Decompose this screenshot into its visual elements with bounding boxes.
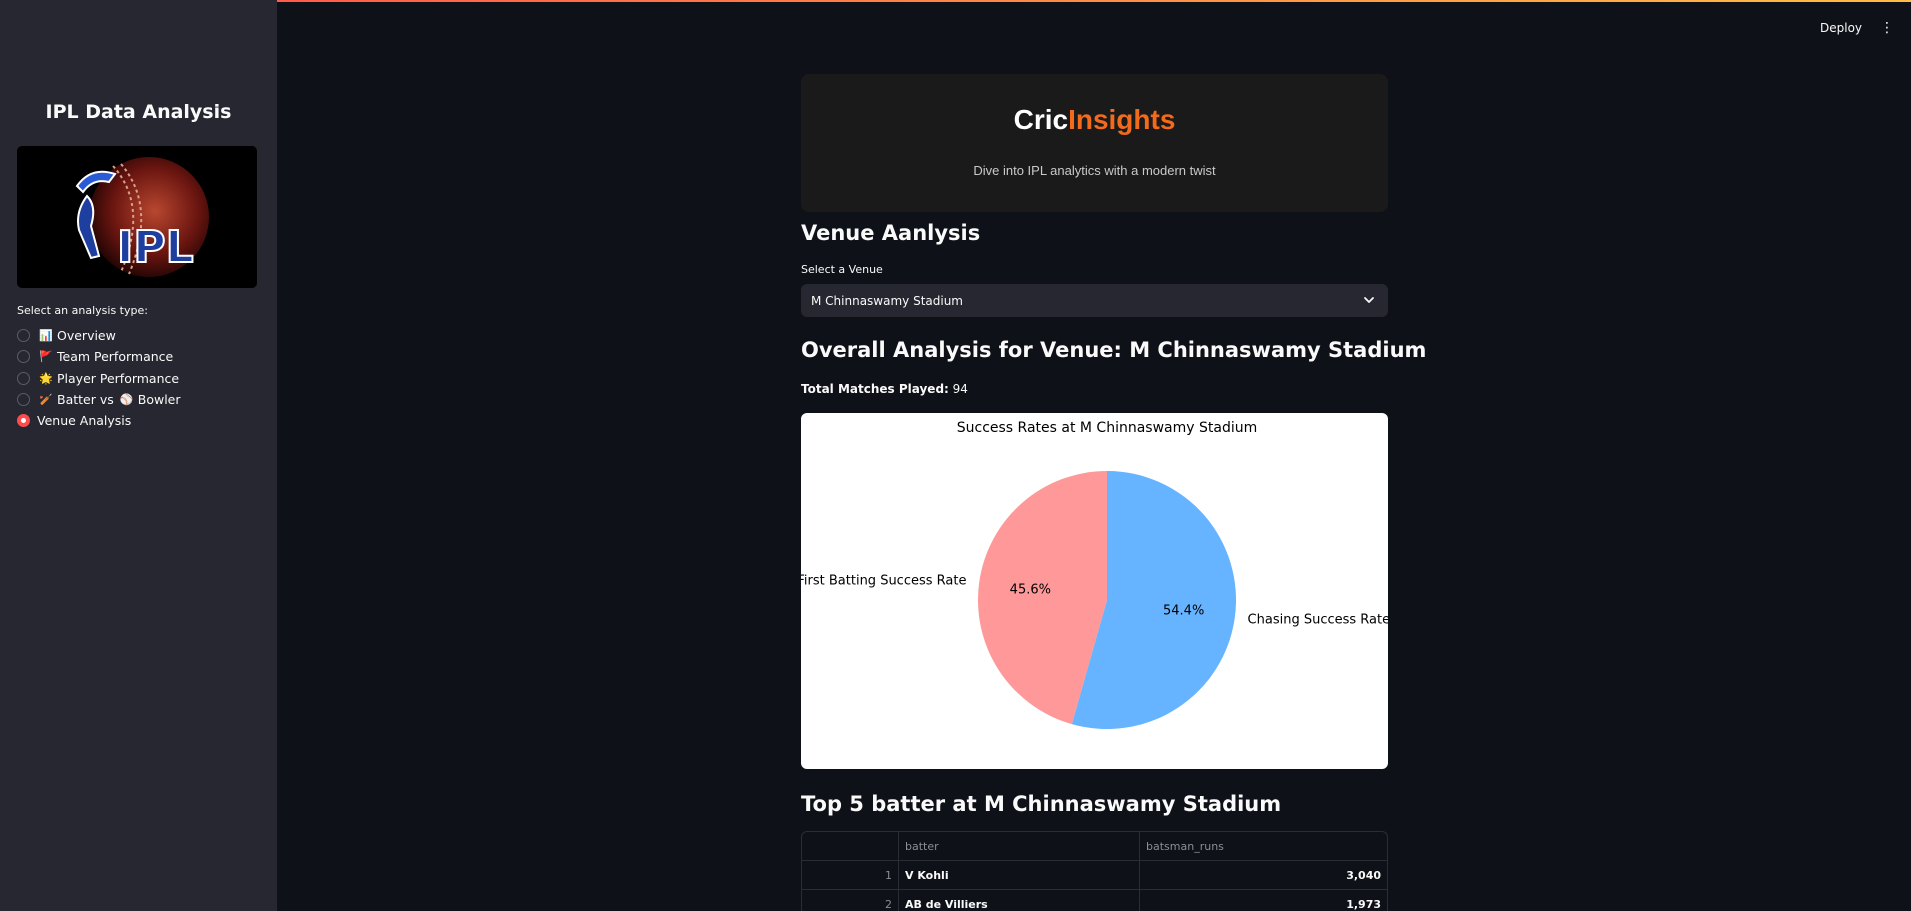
pie-percent-label: 54.4% <box>1163 604 1204 619</box>
total-matches: Total Matches Played: 94 <box>801 382 968 396</box>
logo-text: IPL <box>117 222 194 273</box>
pie-percent-label: 45.6% <box>1010 582 1051 597</box>
radio-button[interactable] <box>17 371 30 385</box>
baseball-icon: ⚾ <box>119 393 134 407</box>
analysis-type-radio-group: 📊 Overview 🚩 Team Performance 🌟 Player P… <box>17 325 181 431</box>
radio-button[interactable] <box>17 393 30 407</box>
venue-select-value: M Chinnaswamy Stadium <box>811 293 963 308</box>
radio-button[interactable] <box>17 329 30 343</box>
hero-title: CricInsights <box>801 104 1388 136</box>
pie-category-label: Chasing Success Rate <box>1248 613 1388 628</box>
deploy-button[interactable]: Deploy <box>1820 21 1862 35</box>
hero-title-insights: Insights <box>1068 104 1176 135</box>
venue-select[interactable]: M Chinnaswamy Stadium <box>801 284 1388 317</box>
radio-button[interactable] <box>17 350 30 364</box>
radio-team-performance[interactable]: 🚩 Team Performance <box>17 346 181 367</box>
analysis-type-label: Select an analysis type: <box>17 304 148 317</box>
runs-cell: 3,040 <box>1346 868 1381 882</box>
hero-title-cric: Cric <box>1013 104 1069 135</box>
overall-analysis-heading: Overall Analysis for Venue: M Chinnaswam… <box>801 338 1427 362</box>
row-index: 1 <box>802 861 899 889</box>
more-menu-icon[interactable]: ⋮ <box>1880 20 1894 34</box>
batter-cell: V Kohli <box>899 861 1140 889</box>
bar-chart-icon: 📊 <box>39 329 53 343</box>
star-icon: 🌟 <box>39 371 53 385</box>
radio-team-performance-label: Team Performance <box>57 349 174 365</box>
ipl-logo: IPL <box>17 146 257 288</box>
radio-venue-analysis-label: Venue Analysis <box>37 413 132 429</box>
radio-batter-vs-label: Batter vs <box>57 392 114 408</box>
top-batters-heading: Top 5 batter at M Chinnaswamy Stadium <box>801 792 1282 816</box>
radio-bowler-label: Bowler <box>137 392 181 408</box>
chevron-down-icon <box>1364 297 1374 303</box>
batsman-runs-header[interactable]: batsman_runs <box>1140 832 1387 860</box>
venue-select-label: Select a Venue <box>801 263 883 276</box>
runs-cell: 1,973 <box>1346 897 1381 911</box>
hero-subtitle: Dive into IPL analytics with a modern tw… <box>973 163 1216 178</box>
batter-header[interactable]: batter <box>899 832 1140 860</box>
radio-overview[interactable]: 📊 Overview <box>17 325 181 346</box>
chart-title: Success Rates at M Chinnaswamy Stadium <box>957 420 1258 436</box>
radio-venue-analysis[interactable]: Venue Analysis <box>17 410 181 431</box>
batter-cell: AB de Villiers <box>899 890 1140 911</box>
radio-button-selected[interactable] <box>17 414 30 428</box>
radio-batter-vs-bowler[interactable]: 🏏 Batter vs ⚾ Bowler <box>17 389 181 410</box>
row-index: 2 <box>802 890 899 911</box>
radio-player-performance[interactable]: 🌟 Player Performance <box>17 368 181 389</box>
table-row: 2 AB de Villiers 1,973 <box>802 890 1387 911</box>
sidebar-title: IPL Data Analysis <box>45 101 232 123</box>
top-accent-bar <box>0 0 1911 2</box>
cricket-bat-icon: 🏏 <box>39 393 53 407</box>
table-header-row: batter batsman_runs <box>802 832 1387 861</box>
flag-icon: 🚩 <box>39 350 53 364</box>
success-rate-chart: Success Rates at M Chinnaswamy Stadium 5… <box>801 413 1388 769</box>
pie-chart-svg: Success Rates at M Chinnaswamy Stadium 5… <box>801 420 1388 729</box>
radio-player-performance-label: Player Performance <box>57 370 180 386</box>
sidebar: IPL Data Analysis IPL Select an analysis… <box>0 0 277 911</box>
total-matches-value: 94 <box>952 382 968 396</box>
total-matches-label: Total Matches Played: <box>801 382 949 396</box>
index-header[interactable] <box>802 832 899 860</box>
table-row: 1 V Kohli 3,040 <box>802 861 1387 890</box>
venue-heading: Venue Aanlysis <box>801 221 981 245</box>
radio-overview-label: Overview <box>57 328 116 344</box>
pie-category-label: First Batting Success Rate <box>801 573 966 588</box>
hero-banner: CricInsights Dive into IPL analytics wit… <box>801 74 1388 212</box>
top-batters-table: batter batsman_runs 1 V Kohli 3,040 2 AB… <box>801 831 1388 911</box>
